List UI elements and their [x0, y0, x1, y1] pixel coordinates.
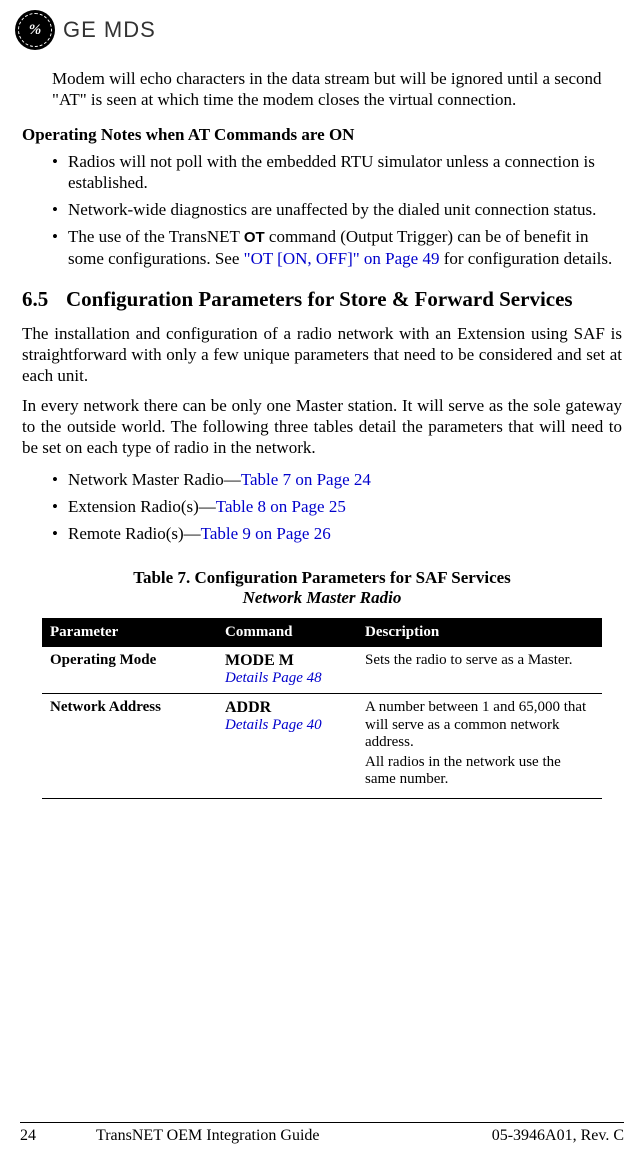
section-heading: 6.5 Configuration Parameters for Store &…: [22, 287, 622, 312]
section-paragraph: In every network there can be only one M…: [22, 396, 622, 458]
brand-header: % GE MDS: [15, 10, 624, 50]
footer-rule: [20, 1122, 624, 1123]
list-item-text: Remote Radio(s)—: [68, 524, 201, 543]
list-item: Radios will not poll with the embedded R…: [52, 151, 622, 194]
parameter-cell: Network Address: [42, 694, 217, 798]
list-item-text: Radios will not poll with the embedded R…: [68, 152, 595, 192]
ge-logo-icon: %: [15, 10, 55, 50]
list-item-text: for configuration details.: [439, 249, 612, 268]
table-header-row: Parameter Command Description: [42, 618, 602, 647]
intro-paragraph: Modem will echo characters in the data s…: [22, 68, 622, 111]
list-item: Network-wide diagnostics are unaffected …: [52, 199, 622, 220]
cross-reference-link[interactable]: "OT [ON, OFF]" on Page 49: [244, 249, 440, 268]
table-header: Command: [217, 618, 357, 647]
page-footer: 24 TransNET OEM Integration Guide 05-394…: [20, 1122, 624, 1145]
table-header: Description: [357, 618, 602, 647]
table-caption: Table 7. Configuration Parameters for SA…: [22, 568, 622, 588]
description-text: All radios in the network use the same n…: [365, 754, 594, 789]
description-cell: Sets the radio to serve as a Master.: [357, 647, 602, 694]
page-number: 24: [20, 1127, 36, 1145]
command-name: MODE M: [225, 652, 349, 670]
section-title: Configuration Parameters for Store & For…: [66, 287, 622, 312]
document-number: 05-3946A01, Rev. C: [492, 1127, 624, 1145]
table-header: Parameter: [42, 618, 217, 647]
ot-command: OT: [244, 229, 265, 246]
operating-notes-heading: Operating Notes when AT Commands are ON: [22, 125, 622, 145]
list-item: Network Master Radio—Table 7 on Page 24: [52, 469, 622, 490]
command-cell: MODE M Details Page 48: [217, 647, 357, 694]
page-content: Modem will echo characters in the data s…: [20, 68, 624, 799]
command-details-link[interactable]: Details Page 40: [225, 717, 349, 734]
list-item-text: Network Master Radio—: [68, 470, 241, 489]
section-number: 6.5: [22, 287, 66, 312]
document-title: TransNET OEM Integration Guide: [96, 1127, 320, 1145]
list-item-text: Extension Radio(s)—: [68, 497, 216, 516]
list-item-text: Network-wide diagnostics are unaffected …: [68, 200, 596, 219]
command-details-link[interactable]: Details Page 48: [225, 670, 349, 687]
table-row: Network Address ADDR Details Page 40 A n…: [42, 694, 602, 798]
description-text: Sets the radio to serve as a Master.: [365, 652, 594, 669]
description-text: A number between 1 and 65,000 that will …: [365, 699, 594, 751]
list-item: Remote Radio(s)—Table 9 on Page 26: [52, 523, 622, 544]
list-item-text: The use of the TransNET: [68, 227, 244, 246]
section-paragraph: The installation and configuration of a …: [22, 324, 622, 386]
command-cell: ADDR Details Page 40: [217, 694, 357, 798]
configuration-parameters-table: Parameter Command Description Operating …: [42, 618, 602, 798]
table-row: Operating Mode MODE M Details Page 48 Se…: [42, 647, 602, 694]
list-item: The use of the TransNET OT command (Outp…: [52, 226, 622, 269]
ge-logo-text: %: [29, 22, 42, 39]
table-subcaption: Network Master Radio: [22, 588, 622, 608]
description-cell: A number between 1 and 65,000 that will …: [357, 694, 602, 798]
brand-name: GE MDS: [63, 17, 156, 43]
parameter-cell: Operating Mode: [42, 647, 217, 694]
cross-reference-link[interactable]: Table 9 on Page 26: [201, 524, 331, 543]
list-item: Extension Radio(s)—Table 8 on Page 25: [52, 496, 622, 517]
cross-reference-link[interactable]: Table 7 on Page 24: [241, 470, 371, 489]
table-reference-list: Network Master Radio—Table 7 on Page 24 …: [22, 469, 622, 545]
command-name: ADDR: [225, 699, 349, 717]
operating-notes-list: Radios will not poll with the embedded R…: [22, 151, 622, 270]
cross-reference-link[interactable]: Table 8 on Page 25: [216, 497, 346, 516]
